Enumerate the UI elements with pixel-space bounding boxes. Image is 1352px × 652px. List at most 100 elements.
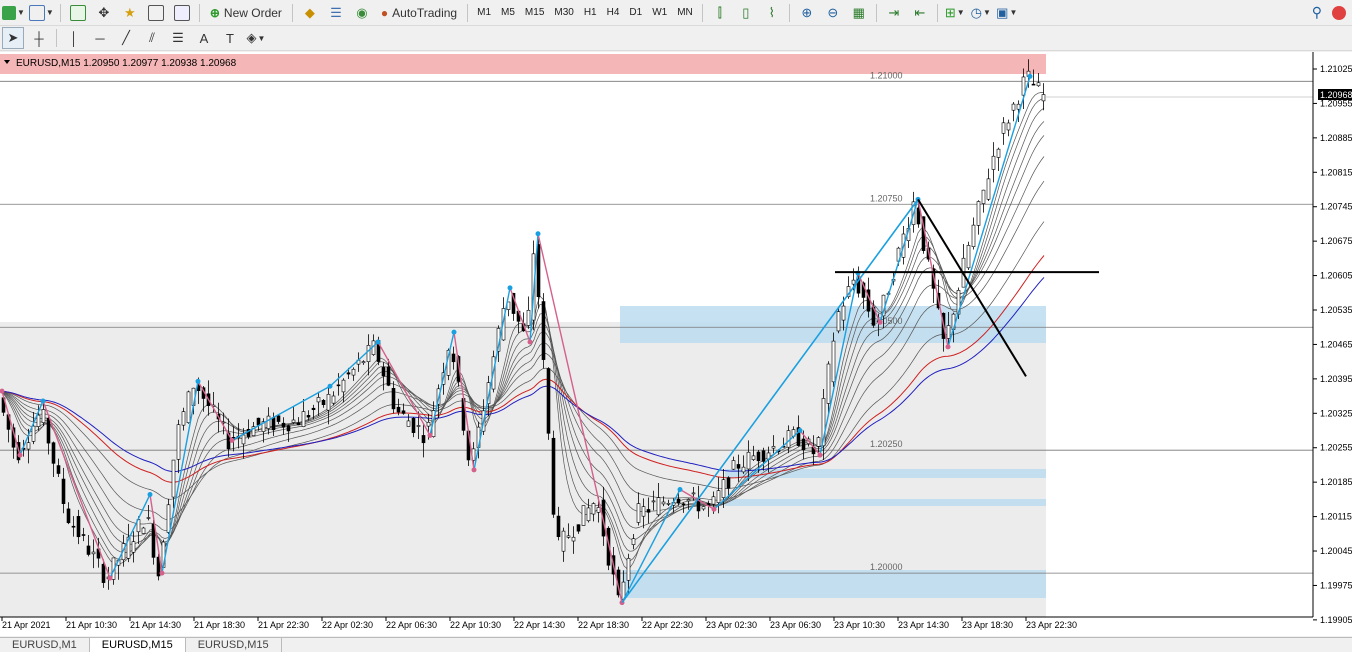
candle-body xyxy=(691,492,696,495)
swing-low-marker xyxy=(877,319,883,325)
timeframe-d1[interactable]: D1 xyxy=(624,2,647,24)
line-chart-icon: ⌇ xyxy=(768,4,775,20)
new-order-label: New Order xyxy=(223,5,282,20)
tester-icon xyxy=(173,4,190,21)
price-tick-label: 1.20465 xyxy=(1320,339,1352,349)
shapes-tool[interactable]: ◈ ▼ xyxy=(245,27,267,49)
candle-body xyxy=(56,465,61,474)
templates-button[interactable]: ▣ ▼ xyxy=(996,2,1018,24)
metaeditor-button[interactable]: ◆ xyxy=(299,2,321,24)
candle-body xyxy=(976,201,981,226)
level-label: 1.20250 xyxy=(870,439,903,449)
chart-shift-button[interactable]: ⇤ xyxy=(909,2,931,24)
price-tick-label: 1.20185 xyxy=(1320,477,1352,487)
candle-body xyxy=(391,388,396,410)
timeframe-h4[interactable]: H4 xyxy=(602,2,625,24)
channel-tool[interactable]: ⫽ xyxy=(141,27,163,49)
timeframe-w1[interactable]: W1 xyxy=(647,2,672,24)
time-tick-label: 23 Apr 10:30 xyxy=(834,620,885,630)
cursor-tool[interactable]: ➤ xyxy=(2,27,24,49)
swing-low-marker xyxy=(711,506,717,512)
candle-body xyxy=(286,425,291,432)
text-label-tool[interactable]: T xyxy=(219,27,241,49)
candle-body xyxy=(41,409,46,423)
fibonacci-icon: ☰ xyxy=(172,30,184,45)
autotrading-label: AutoTrading xyxy=(392,5,458,20)
terminal-button[interactable] xyxy=(145,2,167,24)
chart-tab[interactable]: EURUSD,M1 xyxy=(0,638,90,652)
candle-body xyxy=(651,500,656,503)
chart-window[interactable]: 1.21000 1.20750 1.20500 1.20250 1.20000 1.21… xyxy=(0,52,1352,636)
candle-body xyxy=(831,340,836,383)
periods-button[interactable]: ◷ ▼ xyxy=(970,2,992,24)
candle-body xyxy=(326,394,331,411)
notification-icon[interactable] xyxy=(1332,5,1346,20)
tile-windows-button[interactable]: ▦ xyxy=(848,2,870,24)
navigator-button[interactable]: ✥ xyxy=(93,2,115,24)
crosshair-tool[interactable]: ┼ xyxy=(28,27,50,49)
time-tick-label: 21 Apr 10:30 xyxy=(66,620,117,630)
tester-button[interactable] xyxy=(171,2,193,24)
zoom-out-button[interactable]: ⊖ xyxy=(822,2,844,24)
community-button[interactable]: ☰ xyxy=(325,2,347,24)
timeframe-m15[interactable]: M15 xyxy=(520,2,549,24)
signals-button[interactable]: ◉ xyxy=(351,2,373,24)
new-order-button[interactable]: ⊕ New Order xyxy=(206,2,286,24)
candle-body xyxy=(141,527,146,534)
chart-tab-active[interactable]: EURUSD,M15 xyxy=(89,638,186,652)
candlestick-button[interactable]: ▯ xyxy=(735,2,757,24)
candle-body xyxy=(26,442,31,450)
swing-low-marker xyxy=(107,575,113,581)
channel-icon: ⫽ xyxy=(149,30,155,45)
time-tick-label: 23 Apr 18:30 xyxy=(962,620,1013,630)
bar-chart-button[interactable]: ⫿ xyxy=(709,2,731,24)
text-tool[interactable]: A xyxy=(193,27,215,49)
timeframe-m5[interactable]: M5 xyxy=(496,2,520,24)
market-watch-button[interactable] xyxy=(67,2,89,24)
candle-body xyxy=(736,464,741,469)
terminal-icon xyxy=(147,4,164,21)
candle-body xyxy=(361,361,366,364)
horizontal-line-tool[interactable]: ─ xyxy=(89,27,111,49)
candle-body xyxy=(596,507,601,513)
candle-body xyxy=(991,155,996,170)
candle-body xyxy=(666,502,671,505)
price-tick-label: 1.20675 xyxy=(1320,236,1352,246)
indicators-button[interactable]: ⊞ ▼ xyxy=(944,2,966,24)
price-chart[interactable]: 1.210001.207501.205001.202501.20000 1.21… xyxy=(0,52,1352,636)
candle-body xyxy=(1031,83,1036,86)
candle-body xyxy=(131,541,136,553)
profiles-button[interactable]: ▼ xyxy=(28,2,54,24)
zoom-in-button[interactable]: ⊕ xyxy=(796,2,818,24)
fibonacci-tool[interactable]: ☰ xyxy=(167,27,189,49)
swing-low-marker xyxy=(945,344,951,350)
candle-body xyxy=(761,450,766,462)
new-chart-button[interactable]: ▼ xyxy=(2,2,25,24)
candle-body xyxy=(46,417,51,444)
candle-body xyxy=(636,503,641,523)
timeframe-mn[interactable]: MN xyxy=(672,2,698,24)
search-icon[interactable]: ⚲ xyxy=(1312,4,1322,21)
autoscroll-button[interactable]: ⇥ xyxy=(883,2,905,24)
swing-low-marker xyxy=(159,570,165,576)
level-label: 1.20000 xyxy=(870,562,903,572)
autotrading-button[interactable]: ● AutoTrading xyxy=(377,2,461,24)
price-tick-label: 1.20605 xyxy=(1320,271,1352,281)
timeframe-h1[interactable]: H1 xyxy=(579,2,602,24)
price-tick-label: 1.19975 xyxy=(1320,580,1352,590)
timeframe-m1[interactable]: M1 xyxy=(472,2,496,24)
trendline-tool[interactable]: ╱ xyxy=(115,27,137,49)
timeframe-m30[interactable]: M30 xyxy=(549,2,578,24)
favorites-button[interactable]: ★ xyxy=(119,2,141,24)
support-zone xyxy=(725,499,1046,506)
price-tick-label: 1.20745 xyxy=(1320,202,1352,212)
support-zone xyxy=(620,306,1046,343)
swing-low-marker xyxy=(817,452,823,458)
line-chart-button[interactable]: ⌇ xyxy=(761,2,783,24)
price-tick-label: 1.20885 xyxy=(1320,133,1352,143)
chart-tab[interactable]: EURUSD,M15 xyxy=(186,638,282,652)
text-icon: A xyxy=(199,30,209,46)
vertical-line-tool[interactable]: │ xyxy=(63,27,85,49)
candle-body xyxy=(586,507,591,522)
candle-body xyxy=(331,395,336,404)
